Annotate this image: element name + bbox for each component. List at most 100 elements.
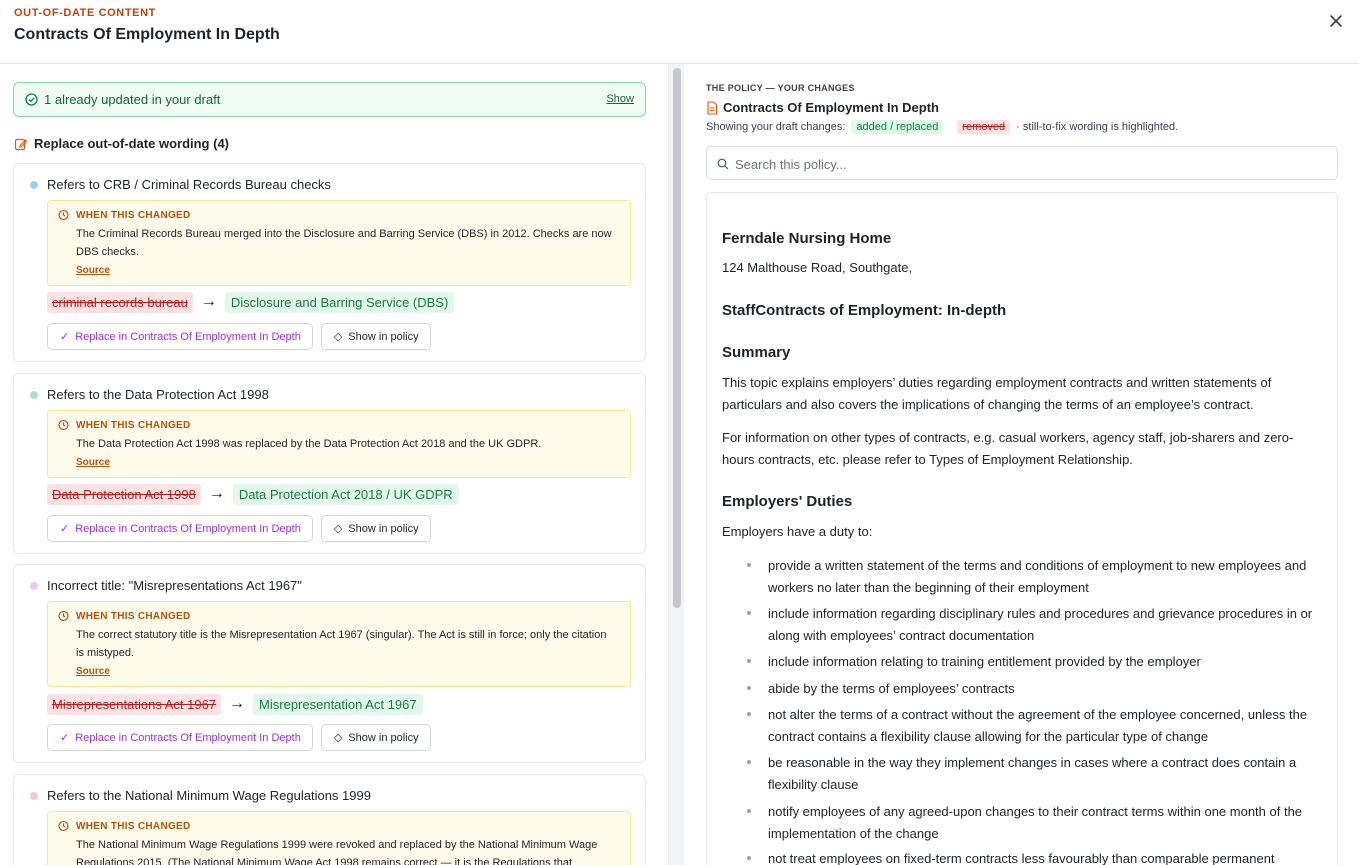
change-note: WHEN THIS CHANGED The correct statutory …: [47, 601, 631, 687]
issue-title: Refers to the National Minimum Wage Regu…: [47, 788, 371, 803]
duties-heading: Employers' Duties: [722, 493, 853, 510]
duty-item: notify employees of any agreed-upon chan…: [768, 804, 1303, 841]
issue-title: Incorrect title: "Misrepresentations Act…: [47, 578, 302, 593]
left-scrollbar[interactable]: [668, 64, 684, 865]
change-note-text: The Data Protection Act 1998 was replace…: [76, 438, 542, 450]
issue-card: Incorrect title: "Misrepresentations Act…: [13, 564, 646, 763]
issue-dot: [30, 391, 38, 399]
issues-panel: 1 already updated in your draft Show Rep…: [0, 64, 668, 865]
show-in-policy-button[interactable]: ◇ Show in policy: [320, 515, 431, 542]
card-actions: ✓ Replace in Contracts Of Employment In D…: [47, 323, 431, 350]
old-wording: criminal records bureau: [47, 291, 193, 313]
source-link[interactable]: Source: [76, 265, 110, 276]
source-link[interactable]: Source: [76, 666, 110, 677]
duties-intro: Employers have a duty to:: [722, 524, 873, 539]
show-in-policy-label: Show in policy: [348, 522, 419, 535]
locate-icon: ◇: [333, 331, 343, 343]
replacement-diff: Data Protection Act 1998 → Data Protecti…: [47, 483, 459, 505]
legend-suffix: · still-to-fix wording is highlighted.: [1016, 121, 1179, 133]
summary-heading: Summary: [722, 344, 791, 361]
issue-title: Refers to the Data Protection Act 1998: [47, 387, 269, 402]
bullet: [747, 659, 751, 663]
history-icon: [58, 209, 69, 221]
legend-added: added / replaced: [851, 120, 944, 134]
new-wording: Disclosure and Barring Service (DBS): [224, 291, 455, 313]
arrow-right-icon: →: [229, 695, 246, 712]
issue-card: Refers to CRB / Criminal Records Bureau …: [13, 163, 646, 362]
policy-panel: THE POLICY — YOUR CHANGES Contracts Of E…: [684, 64, 1359, 865]
check-circle-icon: [25, 93, 38, 106]
duty-item: include information relating to training…: [768, 654, 1201, 669]
summary-paragraph: For information on other types of contra…: [722, 430, 1294, 467]
history-icon: [58, 610, 69, 622]
show-in-policy-label: Show in policy: [348, 731, 419, 744]
change-note: WHEN THIS CHANGED The Criminal Records B…: [47, 200, 631, 286]
locate-icon: ◇: [333, 732, 343, 744]
replace-button[interactable]: ✓ Replace in Contracts Of Employment In D…: [47, 724, 313, 751]
replace-button[interactable]: ✓ Replace in Contracts Of Employment In D…: [47, 323, 313, 350]
replace-button[interactable]: ✓ Replace in Contracts Of Employment In D…: [47, 515, 313, 542]
dialog-title: Contracts Of Employment In Depth: [14, 26, 280, 43]
replacement-diff: Misrepresentations Act 1967 → Misreprese…: [47, 693, 423, 715]
issue-dot: [30, 181, 38, 189]
arrow-right-icon: →: [208, 485, 225, 502]
summary-paragraph: This topic explains employers’ duties re…: [722, 375, 1272, 412]
issue-title: Refers to CRB / Criminal Records Bureau …: [47, 177, 331, 192]
show-in-policy-button[interactable]: ◇ Show in policy: [320, 323, 431, 350]
doc-heading: StaffContracts of Employment: In-depth: [722, 302, 1007, 319]
card-actions: ✓ Replace in Contracts Of Employment In D…: [47, 515, 431, 542]
change-note-label: WHEN THIS CHANGED: [76, 611, 191, 622]
locate-icon: ◇: [333, 523, 343, 535]
change-note-label: WHEN THIS CHANGED: [76, 210, 191, 221]
replacement-diff: criminal records bureau → Disclosure and…: [47, 291, 455, 313]
card-actions: ✓ Replace in Contracts Of Employment In D…: [47, 724, 431, 751]
issue-card: Refers to the Data Protection Act 1998 W…: [13, 373, 646, 554]
policy-search: [706, 146, 1338, 180]
close-icon[interactable]: [1327, 12, 1345, 30]
new-wording: Data Protection Act 2018 / UK GDPR: [232, 483, 459, 505]
bullet: [747, 760, 751, 764]
bullet: [747, 686, 751, 690]
doc-org-name: Ferndale Nursing Home: [722, 230, 892, 247]
document-icon: [707, 101, 718, 115]
policy-document: Ferndale Nursing Home 124 Malthouse Road…: [706, 192, 1338, 865]
updated-banner: 1 already updated in your draft Show: [13, 82, 646, 117]
show-updated-link[interactable]: Show: [606, 93, 634, 105]
policy-eyebrow: THE POLICY — YOUR CHANGES: [706, 83, 855, 93]
search-icon: [717, 158, 729, 170]
duty-item: provide a written statement of the terms…: [768, 558, 1307, 595]
section-title: Replace out-of-date wording (4): [34, 136, 229, 151]
history-icon: [58, 419, 69, 431]
issue-dot: [30, 582, 38, 590]
show-in-policy-button[interactable]: ◇ Show in policy: [320, 724, 431, 751]
edit-icon: [14, 138, 28, 151]
legend-removed: removed: [957, 120, 1011, 134]
replace-button-label: Replace in Contracts Of Employment In De…: [75, 330, 301, 343]
change-note: WHEN THIS CHANGED The National Minimum W…: [47, 811, 631, 865]
duty-item: include information regarding disciplina…: [768, 606, 1313, 643]
scrollbar-thumb[interactable]: [673, 68, 681, 608]
duty-item: not alter the terms of a contract withou…: [768, 707, 1308, 744]
bullet: [747, 856, 751, 860]
dialog-header: OUT-OF-DATE CONTENT Contracts Of Employm…: [0, 0, 1359, 64]
change-note: WHEN THIS CHANGED The Data Protection Ac…: [47, 410, 631, 478]
replace-button-label: Replace in Contracts Of Employment In De…: [75, 731, 301, 744]
change-note-label: WHEN THIS CHANGED: [76, 420, 191, 431]
policy-title: Contracts Of Employment In Depth: [723, 100, 939, 115]
source-link[interactable]: Source: [76, 457, 110, 468]
show-in-policy-label: Show in policy: [348, 330, 419, 343]
new-wording: Misrepresentation Act 1967: [253, 693, 423, 715]
check-icon: ✓: [60, 732, 70, 744]
change-note-text: The correct statutory title is the Misre…: [76, 629, 607, 659]
change-note-label: WHEN THIS CHANGED: [76, 821, 191, 832]
change-note-text: The Criminal Records Bureau merged into …: [76, 228, 612, 258]
search-input[interactable]: [735, 154, 1325, 174]
old-wording: Misrepresentations Act 1967: [47, 693, 222, 715]
updated-label: 1 already updated in your draft: [44, 92, 221, 107]
history-icon: [58, 820, 69, 832]
issue-dot: [30, 792, 38, 800]
check-icon: ✓: [60, 331, 70, 343]
change-legend: Showing your draft changes: added / repl…: [706, 120, 1178, 134]
legend-prefix: Showing your draft changes:: [706, 121, 846, 133]
old-wording: Data Protection Act 1998: [47, 483, 201, 505]
